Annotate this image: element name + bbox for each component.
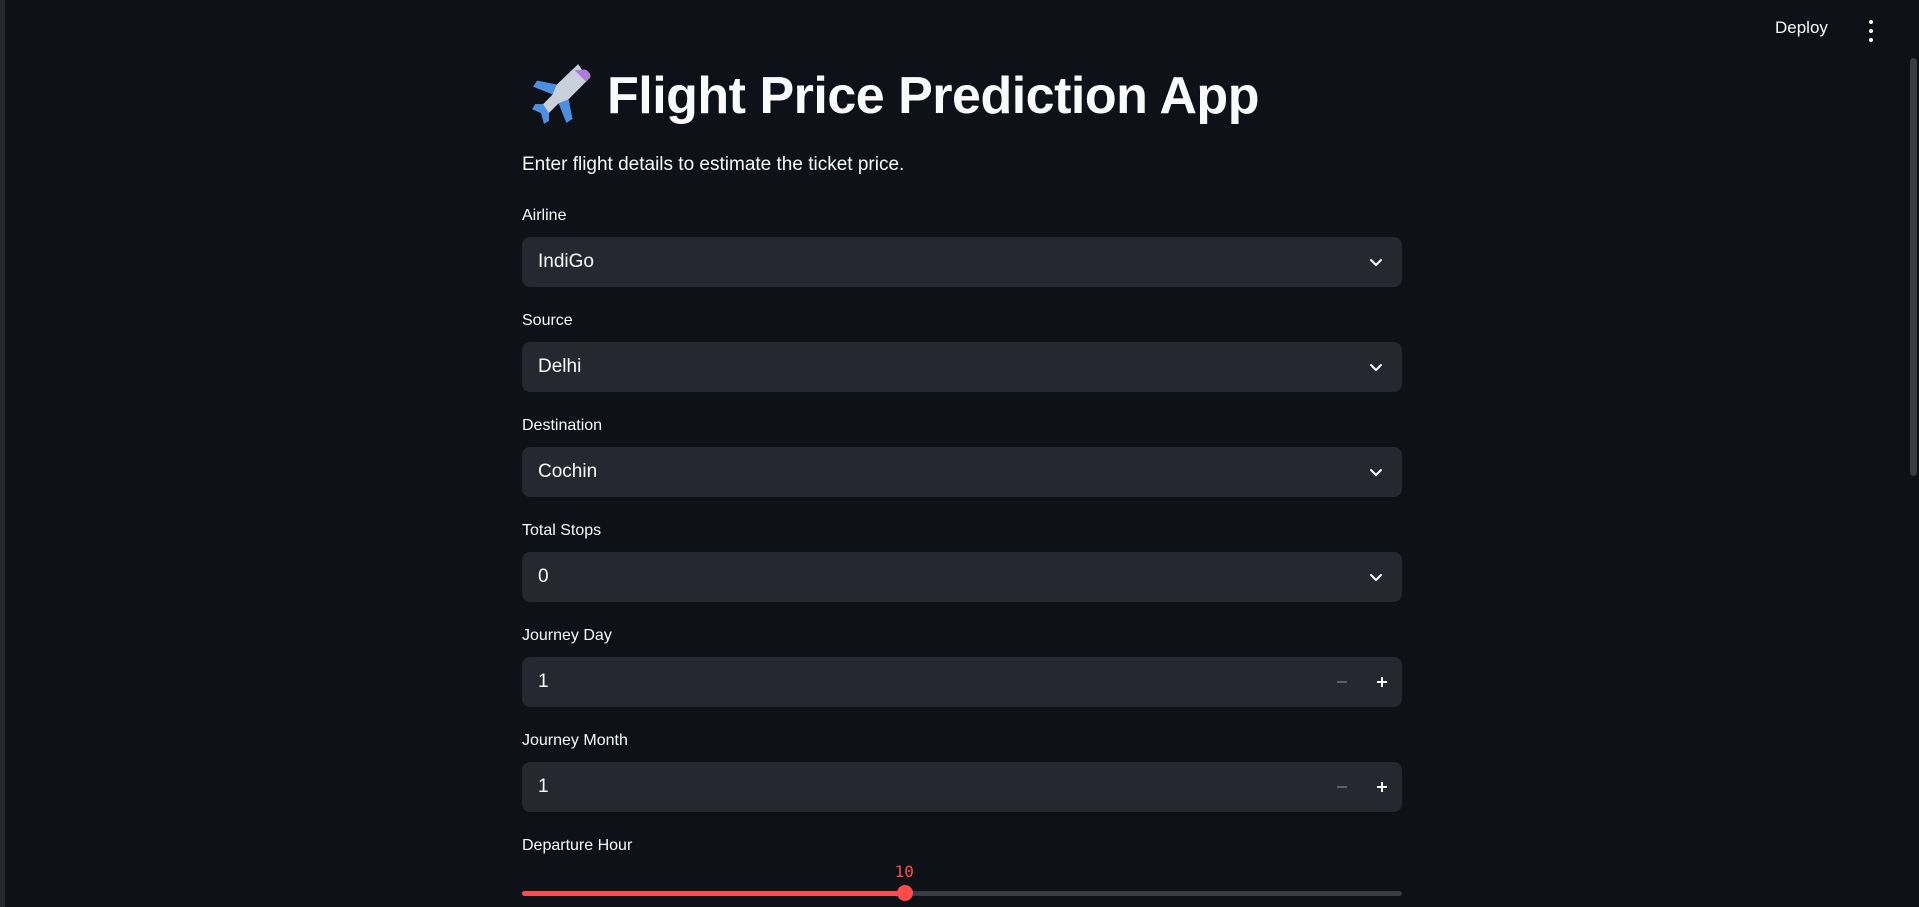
source-select-value: Delhi <box>538 356 582 377</box>
total-stops-label: Total Stops <box>522 522 602 539</box>
departure-hour-slider-thumb[interactable] <box>896 885 913 901</box>
app-window: Deploy Flight Price Prediction App Enter… <box>0 0 1919 907</box>
airline-select-value: IndiGo <box>538 251 594 272</box>
minus-icon <box>1337 786 1347 788</box>
chevron-down-icon <box>1370 574 1382 581</box>
journey-month-decrement-button[interactable] <box>1322 762 1362 812</box>
airline-select[interactable]: IndiGo <box>522 237 1402 287</box>
plus-icon <box>1377 677 1387 687</box>
departure-hour-slider-track[interactable] <box>522 885 1402 901</box>
departure-hour-value: 10 <box>894 862 914 881</box>
deploy-button[interactable]: Deploy <box>1775 18 1828 38</box>
destination-select-value: Cochin <box>538 461 598 482</box>
kebab-menu-icon[interactable] <box>1863 20 1879 42</box>
page-title: Flight Price Prediction App <box>607 67 1259 125</box>
journey-day-input[interactable] <box>522 671 1302 693</box>
top-toolbar: Deploy <box>5 0 1919 60</box>
scrollbar[interactable] <box>1910 58 1917 476</box>
chevron-down-icon <box>1370 259 1382 266</box>
total-stops-select[interactable]: 0 <box>522 552 1402 602</box>
journey-month-stepper <box>522 762 1402 812</box>
total-stops-select-value: 0 <box>538 566 549 587</box>
page-subtitle: Enter flight details to estimate the tic… <box>522 154 905 175</box>
source-label: Source <box>522 312 573 329</box>
source-select[interactable]: Delhi <box>522 342 1402 392</box>
journey-month-label: Journey Month <box>522 732 628 749</box>
journey-day-label: Journey Day <box>522 627 612 644</box>
journey-day-decrement-button[interactable] <box>1322 657 1362 707</box>
title-row: Flight Price Prediction App <box>529 62 1259 130</box>
airline-label: Airline <box>522 207 567 224</box>
departure-hour-slider-fill <box>522 891 905 896</box>
journey-month-increment-button[interactable] <box>1362 762 1402 812</box>
chevron-down-icon <box>1370 364 1382 371</box>
journey-month-input[interactable] <box>522 776 1302 798</box>
journey-day-increment-button[interactable] <box>1362 657 1402 707</box>
destination-label: Destination <box>522 417 603 434</box>
plus-icon <box>1377 782 1387 792</box>
destination-select[interactable]: Cochin <box>522 447 1402 497</box>
minus-icon <box>1337 681 1347 683</box>
journey-day-stepper <box>522 657 1402 707</box>
departure-hour-label: Departure Hour <box>522 837 633 854</box>
airplane-icon <box>532 64 591 124</box>
chevron-down-icon <box>1370 469 1382 476</box>
